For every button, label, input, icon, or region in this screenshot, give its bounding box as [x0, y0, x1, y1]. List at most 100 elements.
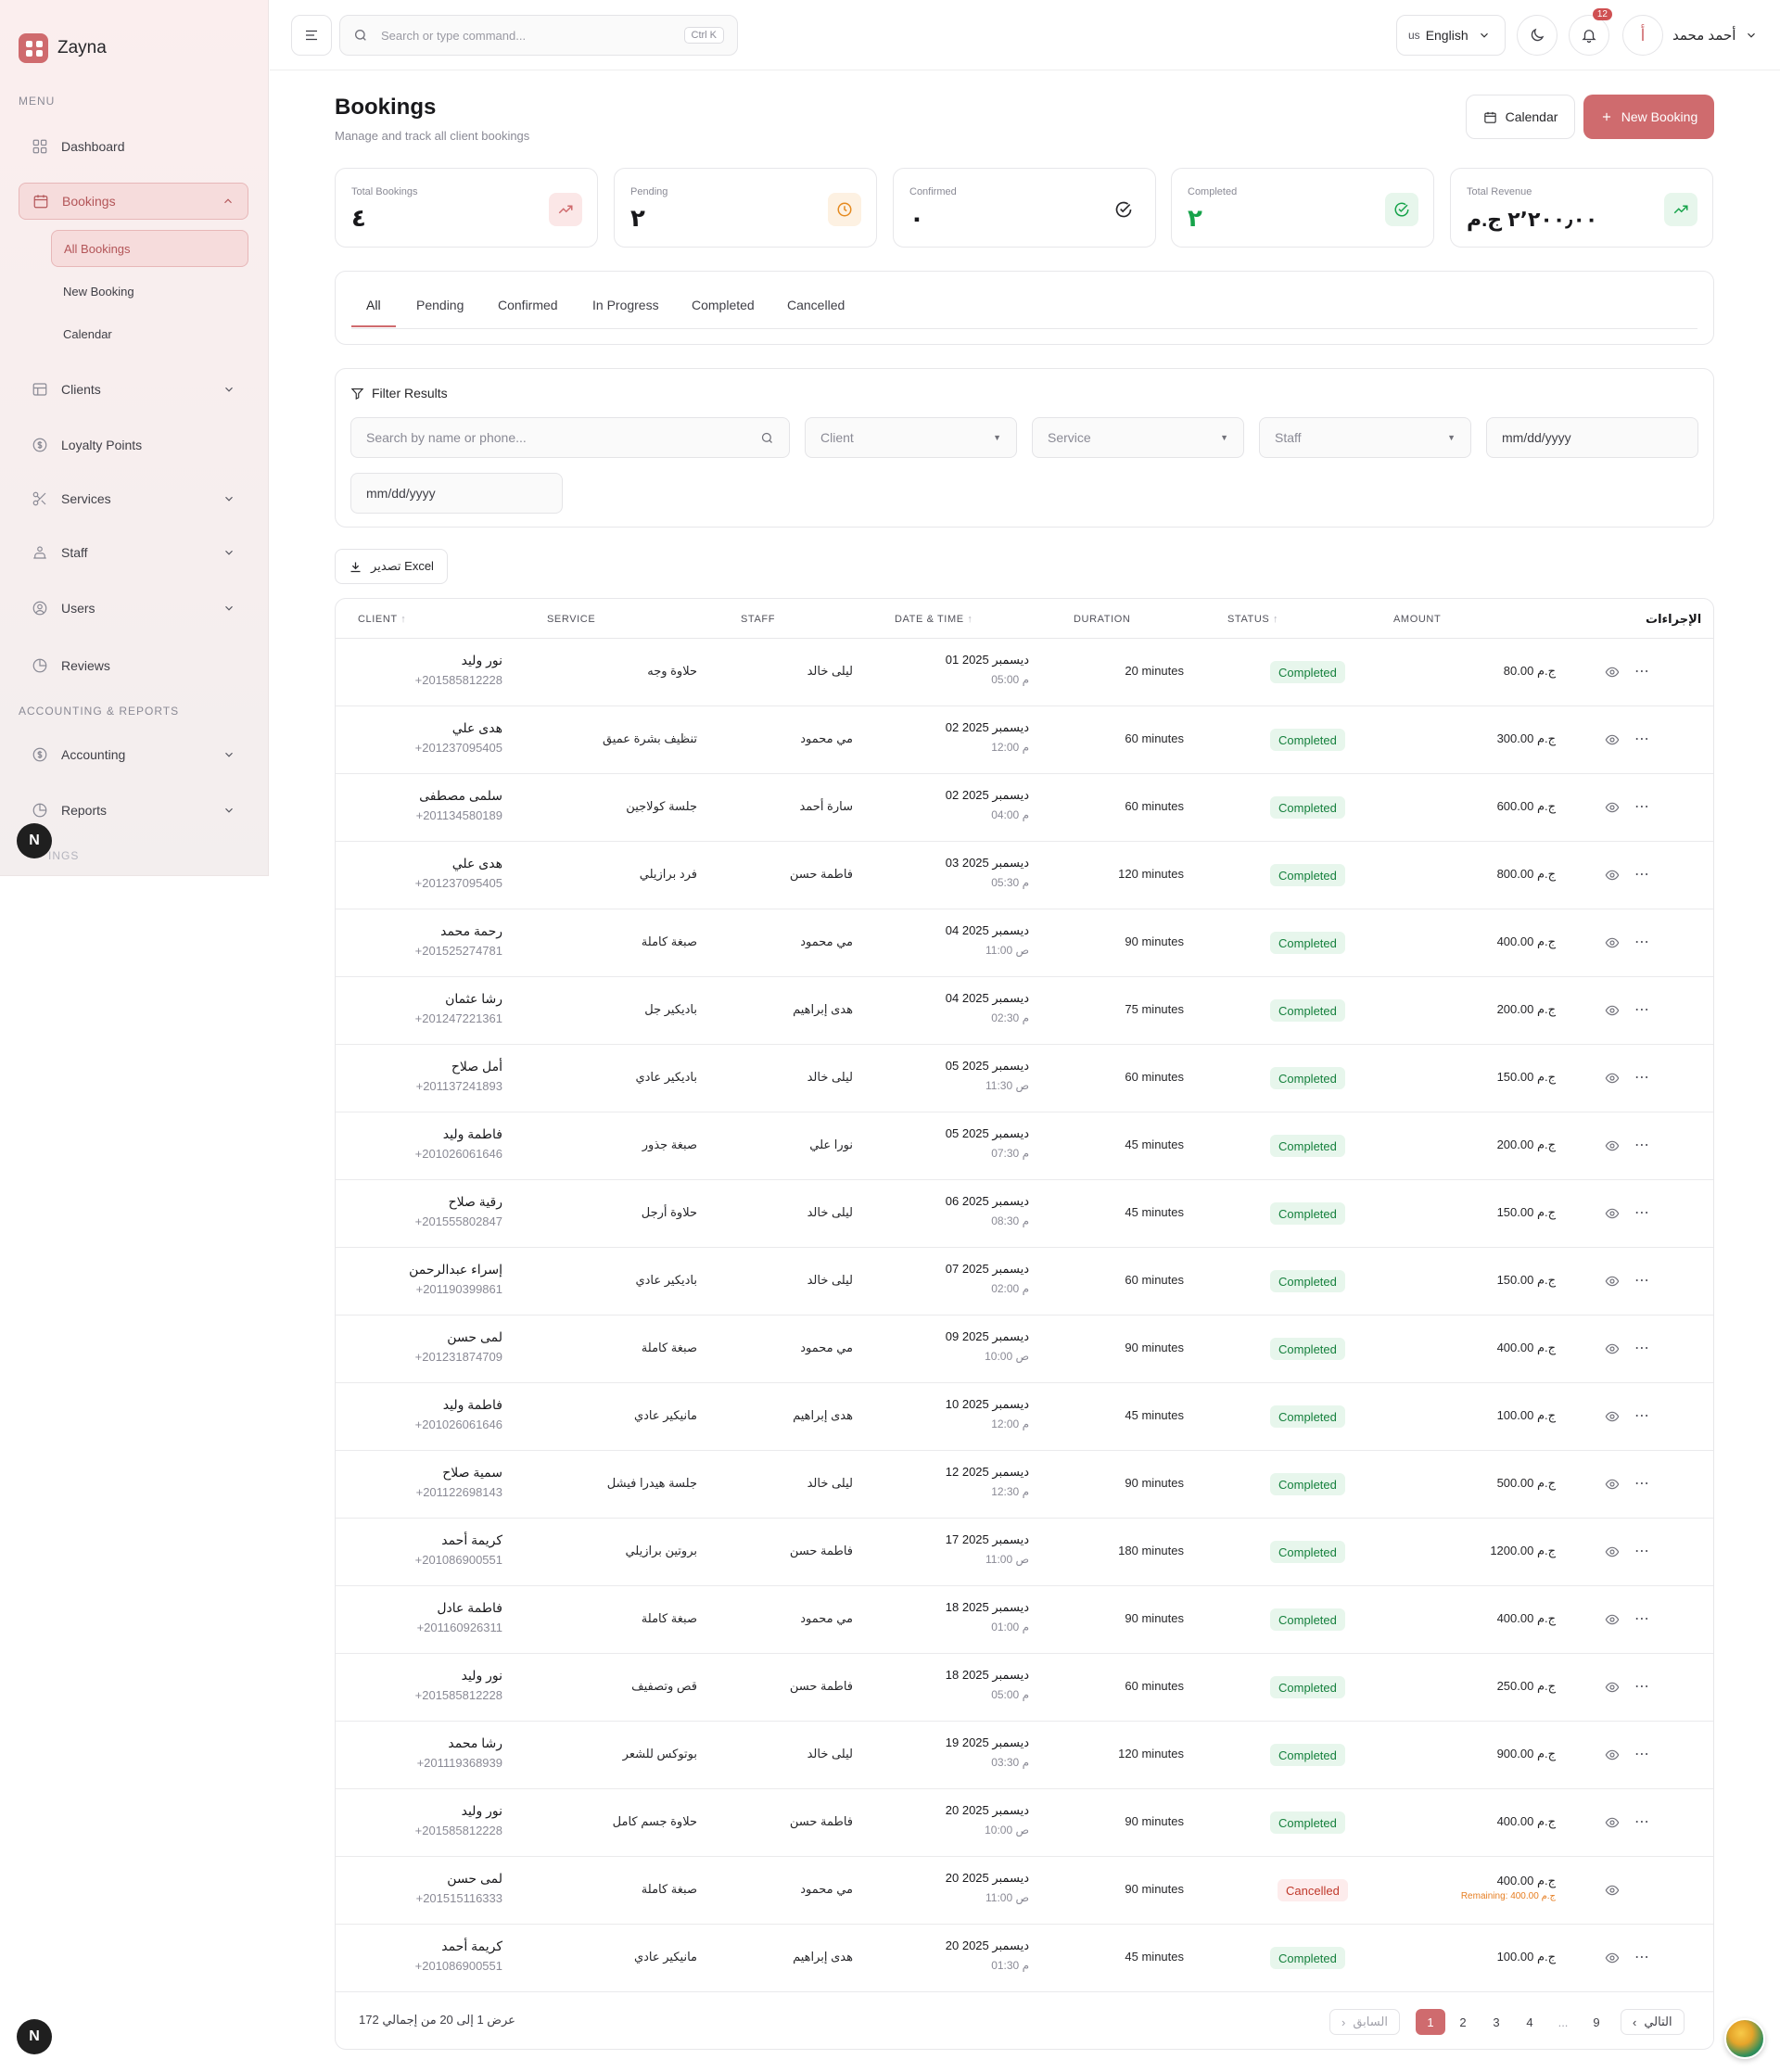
sidebar-item-accounting[interactable]: Accounting: [19, 736, 248, 773]
table-row[interactable]: نور وليد +201585812228 حلاوة جسم كامل فاطمة…: [336, 1789, 1713, 1857]
table-row[interactable]: فاطمة عادل +201160926311 صبغة كاملة مي محمو…: [336, 1586, 1713, 1654]
pagination-page-4[interactable]: 4: [1520, 2009, 1539, 2035]
sidebar-subitem-all-bookings[interactable]: All Bookings: [51, 230, 248, 267]
eye-icon[interactable]: [1605, 1680, 1620, 1695]
new-booking-button[interactable]: New Booking: [1583, 95, 1714, 139]
eye-icon[interactable]: [1605, 1883, 1620, 1898]
n-badge-bottom[interactable]: N: [17, 2019, 52, 2054]
export-excel-button[interactable]: تصدير Excel: [335, 549, 448, 584]
sidebar-item-users[interactable]: Users: [19, 590, 248, 627]
pagination-prev-button[interactable]: › السابق: [1329, 2009, 1400, 2035]
sidebar-item-services[interactable]: Services: [19, 480, 248, 517]
tab-in-progress[interactable]: In Progress: [592, 298, 659, 325]
eye-icon[interactable]: [1605, 1951, 1620, 1965]
table-row[interactable]: فاطمة وليد +201026061646 صبغة جذور نورا علي…: [336, 1112, 1713, 1180]
tab-confirmed[interactable]: Confirmed: [498, 298, 558, 325]
table-row[interactable]: نور وليد +201585812228 حلاوة وجه ليلى خالد 0…: [336, 639, 1713, 706]
sidebar-item-dashboard[interactable]: Dashboard: [19, 128, 248, 165]
sidebar-item-loyalty-points[interactable]: Loyalty Points: [19, 426, 248, 464]
sidebar-item-reports[interactable]: Reports: [19, 792, 248, 829]
eye-icon[interactable]: [1605, 1071, 1620, 1086]
sidebar-item-staff[interactable]: Staff: [19, 534, 248, 571]
more-actions-icon[interactable]: ⋯: [1634, 933, 1650, 951]
eye-icon[interactable]: [1605, 1138, 1620, 1153]
pagination-page-3[interactable]: 3: [1487, 2009, 1506, 2035]
language-selector[interactable]: us English: [1396, 15, 1506, 56]
sidebar-toggle-button[interactable]: [291, 15, 332, 56]
service-select[interactable]: Service ▼: [1032, 417, 1244, 458]
more-actions-icon[interactable]: ⋯: [1634, 1000, 1650, 1019]
eye-icon[interactable]: [1605, 1409, 1620, 1424]
eye-icon[interactable]: [1605, 1341, 1620, 1356]
date-from-input[interactable]: mm/dd/yyyy: [1486, 417, 1698, 458]
table-row[interactable]: سلمى مصطفى +201134580189 جلسة كولاجين سارة …: [336, 774, 1713, 842]
more-actions-icon[interactable]: ⋯: [1634, 1068, 1650, 1087]
sidebar-item-clients[interactable]: Clients: [19, 371, 248, 408]
notifications-button[interactable]: 12: [1569, 8, 1612, 56]
more-actions-icon[interactable]: ⋯: [1634, 1406, 1650, 1425]
more-actions-icon[interactable]: ⋯: [1634, 1339, 1650, 1357]
eye-icon[interactable]: [1605, 1477, 1620, 1492]
calendar-button[interactable]: Calendar: [1466, 95, 1575, 139]
filter-search-input[interactable]: Search by name or phone...: [350, 417, 790, 458]
table-row[interactable]: هدى علي +201237095405 تنظيف بشرة عميق مي مح…: [336, 706, 1713, 774]
more-actions-icon[interactable]: ⋯: [1634, 1812, 1650, 1831]
table-row[interactable]: لمى حسن +201515116333 صبغة كاملة مي محمود 20…: [336, 1857, 1713, 1925]
eye-icon[interactable]: [1605, 732, 1620, 747]
more-actions-icon[interactable]: ⋯: [1634, 1271, 1650, 1290]
eye-icon[interactable]: [1605, 1815, 1620, 1830]
more-actions-icon[interactable]: ⋯: [1634, 1948, 1650, 1966]
brand[interactable]: Zayna: [19, 33, 107, 63]
pagination-page-9[interactable]: 9: [1587, 2009, 1606, 2035]
column-header-client[interactable]: CLIENT ↑: [358, 614, 406, 625]
table-row[interactable]: رحمة محمد +201525274781 صبغة كاملة مي محمود…: [336, 909, 1713, 977]
client-select[interactable]: Client ▼: [805, 417, 1017, 458]
table-row[interactable]: رشا عثمان +201247221361 باديكير جل هدى إبرا…: [336, 977, 1713, 1045]
more-actions-icon[interactable]: ⋯: [1634, 865, 1650, 883]
eye-icon[interactable]: [1605, 1612, 1620, 1627]
theme-toggle-button[interactable]: [1517, 15, 1558, 56]
sidebar-item-reviews[interactable]: Reviews: [19, 647, 248, 684]
table-row[interactable]: أمل صلاح +201137241893 باديكير عادي ليلى خا…: [336, 1045, 1713, 1112]
column-header-date-time[interactable]: DATE & TIME ↑: [895, 614, 973, 625]
eye-icon[interactable]: [1605, 868, 1620, 883]
tab-pending[interactable]: Pending: [416, 298, 464, 325]
more-actions-icon[interactable]: ⋯: [1634, 797, 1650, 816]
more-actions-icon[interactable]: ⋯: [1634, 1745, 1650, 1763]
pagination-page-1[interactable]: 1: [1416, 2009, 1445, 2035]
sidebar-subitem-calendar[interactable]: Calendar: [51, 315, 248, 352]
eye-icon[interactable]: [1605, 935, 1620, 950]
pagination-page-2[interactable]: 2: [1454, 2009, 1472, 2035]
tab-all[interactable]: All: [351, 298, 396, 327]
pagination-next-button[interactable]: ‹ التالي: [1621, 2009, 1685, 2035]
staff-select[interactable]: Staff ▼: [1259, 417, 1471, 458]
date-to-input[interactable]: mm/dd/yyyy: [350, 473, 563, 514]
eye-icon[interactable]: [1605, 665, 1620, 680]
eye-icon[interactable]: [1605, 800, 1620, 815]
table-row[interactable]: لمى حسن +201231874709 صبغة كاملة مي محمود 09…: [336, 1316, 1713, 1383]
more-actions-icon[interactable]: ⋯: [1634, 1609, 1650, 1628]
table-row[interactable]: كريمة أحمد +201086900551 بروتين برازيلي فاط…: [336, 1519, 1713, 1586]
more-actions-icon[interactable]: ⋯: [1634, 1542, 1650, 1560]
eye-icon[interactable]: [1605, 1003, 1620, 1018]
eye-icon[interactable]: [1605, 1206, 1620, 1221]
table-row[interactable]: كريمة أحمد +201086900551 مانيكير عادي هدى إ…: [336, 1925, 1713, 1992]
user-profile-menu[interactable]: أ أحمد محمد: [1622, 15, 1758, 56]
more-actions-icon[interactable]: ⋯: [1634, 662, 1650, 680]
tab-cancelled[interactable]: Cancelled: [787, 298, 845, 325]
tab-completed[interactable]: Completed: [692, 298, 755, 325]
column-header-status[interactable]: STATUS ↑: [1227, 614, 1278, 625]
more-actions-icon[interactable]: ⋯: [1634, 1203, 1650, 1222]
sidebar-subitem-new-booking[interactable]: New Booking: [51, 273, 248, 310]
table-row[interactable]: رشا محمد +201119368939 بوتوكس للشعر ليلى خا…: [336, 1722, 1713, 1789]
table-row[interactable]: سمية صلاح +201122698143 جلسة هيدرا فيشل ليل…: [336, 1451, 1713, 1519]
sidebar-item-bookings[interactable]: Bookings: [19, 183, 248, 220]
table-row[interactable]: رقية صلاح +201555802847 حلاوة أرجل ليلى خال…: [336, 1180, 1713, 1248]
table-row[interactable]: نور وليد +201585812228 قص وتصفيف فاطمة حسن 1…: [336, 1654, 1713, 1722]
more-actions-icon[interactable]: ⋯: [1634, 1677, 1650, 1696]
floating-assistant-avatar[interactable]: [1724, 2018, 1765, 2059]
command-search-input[interactable]: Search or type command... Ctrl K: [339, 15, 738, 56]
n-badge[interactable]: N: [17, 823, 52, 858]
table-row[interactable]: إسراء عبدالرحمن +201190399861 باديكير عادي…: [336, 1248, 1713, 1316]
table-row[interactable]: هدى علي +201237095405 فرد برازيلي فاطمة حسن…: [336, 842, 1713, 909]
